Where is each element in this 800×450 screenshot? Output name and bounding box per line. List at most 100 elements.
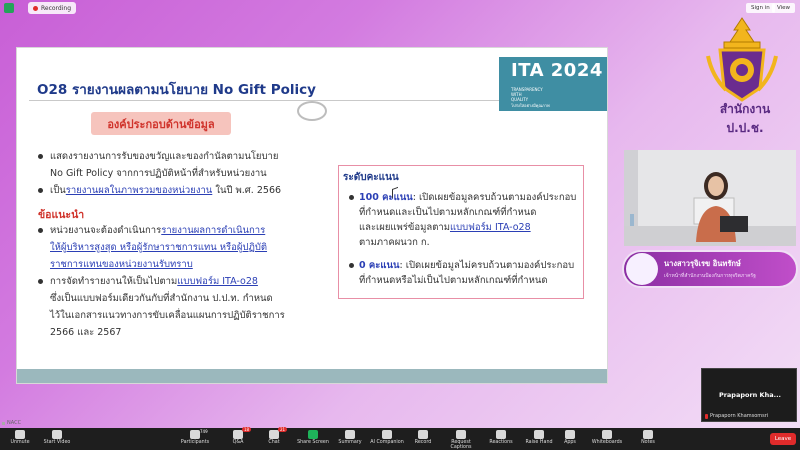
recommendation-heading: ข้อแนะนำ [38,209,85,221]
mic-muted-icon [705,413,708,419]
bullet-dot-icon [349,263,354,268]
score-title: ระดับคะแนน [343,172,399,183]
request-captions-button[interactable]: Request Captions [441,430,481,450]
participant-tile[interactable]: Prapaporn Kha... Prapaporn Khamsomsri [701,368,797,422]
toolbar-label: Chat [268,440,280,445]
start-video-button[interactable]: Start Video [37,430,77,445]
recording-indicator[interactable]: Recording [28,2,77,14]
toolbar-label: Reactions [489,440,513,445]
score-points: 100 คะแนน [359,192,413,203]
title-divider [29,100,499,101]
score-item-full: 100 คะแนน: เปิดเผยข้อมูลครบถ้วนตามองค์ปร… [349,190,577,250]
oval-decoration [297,101,327,121]
unmute-button[interactable]: Unmute [0,430,40,445]
share-screen-button[interactable]: Share Screen [293,430,333,445]
leave-button[interactable]: Leave [770,433,796,445]
bullet-highlight: รายงานผลในภาพรวมของหน่วยงาน [65,185,213,196]
score-text: และเผยแพร่ข้อมูลตาม [359,222,450,233]
bullet-dot-icon [349,195,354,200]
bullet-item: แสดงรายงานการรับของขวัญและของกำนัลตามนโย… [38,148,279,182]
ai-companion-icon [382,430,392,439]
speaker-name: นางสาวรุจิเรข อินทรักษ์ [664,259,741,268]
reactions-icon [496,430,506,439]
recommend-item: การจัดทำรายงานให้เป็นไปตามแบบฟอร์ม ITA-o… [38,273,285,341]
bullet-line: แสดงรายงานการรับของขวัญและของกำนัลตามนโย… [50,151,279,162]
score-text: : เปิดเผยข้อมูลครบถ้วนตามองค์ประกอบ [412,192,577,203]
toolbar-label: Whiteboards [591,440,623,445]
ita-badge-title: ITA 2024 [511,60,603,81]
ita-badge-subtitle: TRANSPARENCY WITH QUALITY [511,87,543,102]
recommend-line: ซึ่งเป็นแบบฟอร์มเดียวกันกับที่สำนักงาน ป… [50,293,273,304]
toolbar-label: Share Screen [297,440,329,445]
participant-label: Prapaporn Khamsomsri [705,413,768,419]
participants-count: 749 [200,429,208,434]
score-line: ตามภาคผนวก ก. [359,237,430,248]
apps-button[interactable]: Apps [550,430,590,445]
toolbar-label: Request Captions [450,440,472,450]
chat-icon [269,430,279,439]
qa-button[interactable]: 18 Q&A [218,427,258,445]
whiteboards-button[interactable]: Whiteboards [587,430,627,445]
recommend-highlight: แบบฟอร์ม ITA-o28 [177,276,258,287]
summary-button[interactable]: Summary [330,430,370,445]
toolbar-label: Unmute [10,440,30,445]
recommend-text: การจัดทำรายงานให้เป็นไปตาม [50,276,178,287]
recording-label: Recording [41,4,72,12]
presenter-video[interactable] [624,150,796,246]
recommend-highlight: ให้ผู้บริหารสูงสุด หรือผู้รักษาราชการแทน… [50,242,268,253]
qa-icon [233,430,243,439]
toolbar-label: AI Companion [370,440,404,445]
participants-icon [190,430,200,439]
section-pill: องค์ประกอบด้านข้อมูล [91,112,231,135]
notes-button[interactable]: Notes [628,430,668,445]
view-button[interactable]: View [772,3,796,13]
video-off-icon [52,430,62,439]
meeting-topbar: Recording Sign in View [0,0,800,16]
emblem-caption: สำนักงาน ป.ป.ช. [719,102,771,135]
signal-icon [2,421,5,425]
shared-slide: O28 รายงานผลตามนโยบาย No Gift Policy ITA… [16,47,608,384]
toolbar-label: Record [414,440,432,445]
sign-in-button[interactable]: Sign in [746,3,775,13]
bullet-text: เป็น [50,185,66,196]
score-highlight: แบบฟอร์ม ITA-o28 [449,222,531,233]
participant-display-name: Prapaporn Kha... [718,391,782,399]
chat-button[interactable]: 21 Chat [254,427,294,445]
notes-icon [643,430,653,439]
speaker-name-card: นางสาวรุจิเรข อินทรักษ์ เจ้าหน้าที่สำนัก… [622,250,798,288]
ita-2024-badge: ITA 2024 TRANSPARENCY WITH QUALITY โปร่ง… [499,57,607,111]
captions-icon [456,430,466,439]
record-button[interactable]: Record [403,430,443,445]
whiteboards-icon [602,430,612,439]
encryption-shield-icon[interactable] [4,3,14,13]
speaker-role: เจ้าหน้าที่สำนักงานป้องกันการทุจริตภาครั… [664,273,756,279]
recommend-line: 2566 และ 2567 [50,327,122,338]
reactions-button[interactable]: Reactions [481,430,521,445]
participants-button[interactable]: 749 Participants [175,429,215,445]
recording-dot-icon [33,5,38,11]
toolbar-label: Participants [180,440,210,445]
slide-title: O28 รายงานผลตามนโยบาย No Gift Policy [37,82,316,98]
score-line: ที่กำหนดและเป็นไปตามหลักเกณฑ์ที่กำหนด [359,207,537,218]
score-points: 0 คะแนน [359,260,400,271]
share-screen-icon [308,430,318,439]
toolbar-label: Apps [564,440,576,445]
bullet-dot-icon [38,228,43,233]
qa-badge: 18 [242,427,252,432]
recommend-text: หน่วยงานจะต้องดำเนินการ [50,225,162,236]
nacc-emblem-icon [706,17,778,102]
slide-footer-band [17,369,607,383]
host-name: NACC [7,420,22,426]
host-label: NACC [0,420,21,426]
bullet-line: No Gift Policy จากการปฏิบัติหน้าที่สำหรั… [50,168,267,179]
nacc-logo-icon [626,253,658,285]
ai-companion-button[interactable]: AI Companion [367,430,407,445]
toolbar-label: Summary [338,440,362,445]
score-item-zero: 0 คะแนน: เปิดเผยข้อมูลไม่ครบถ้วนตามองค์ป… [349,258,575,288]
score-text: : เปิดเผยข้อมูลไม่ครบถ้วนตามองค์ประกอบ [399,260,575,271]
score-level-box: ระดับคะแนน 100 คะแนน: เปิดเผยข้อมูลครบถ้… [338,165,584,299]
toolbar-label: Q&A [232,440,244,445]
apps-icon [565,430,575,439]
raise-hand-icon [534,430,544,439]
mic-off-icon [15,430,25,439]
